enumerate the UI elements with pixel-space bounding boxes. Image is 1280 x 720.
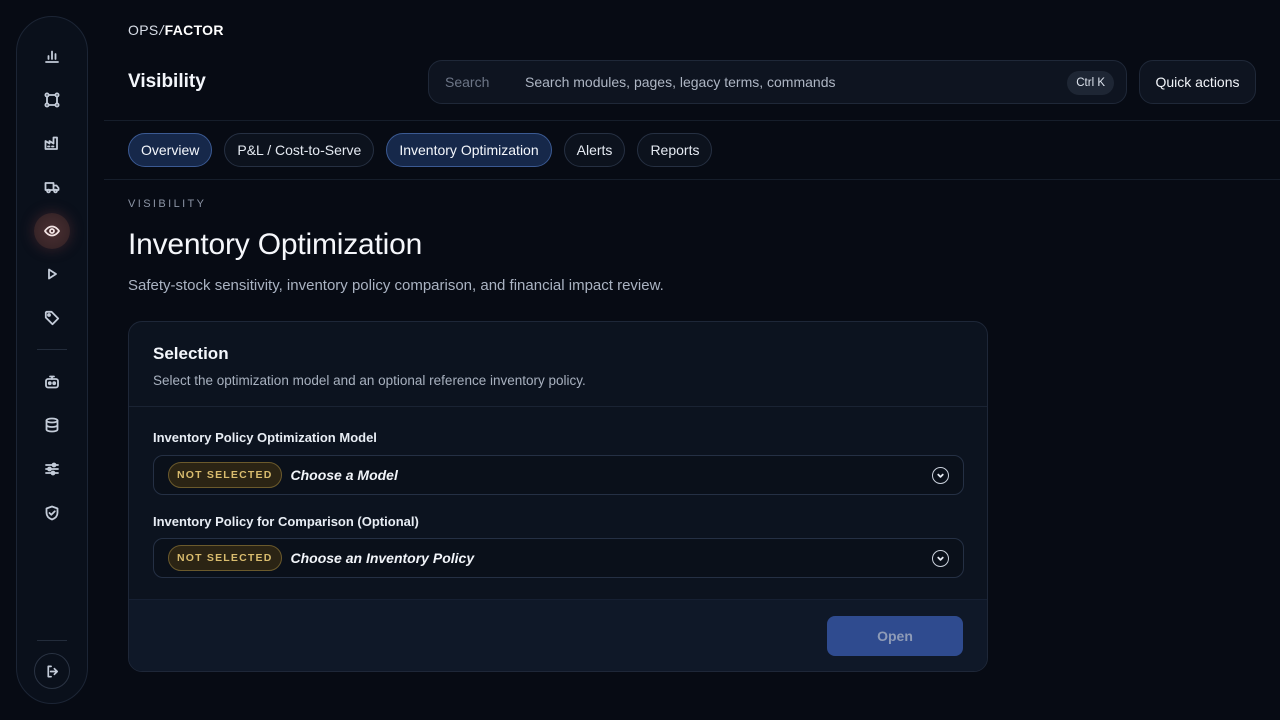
policy-field-label: Inventory Policy for Comparison (Optiona… <box>153 514 419 529</box>
page-title: Inventory Optimization <box>128 228 423 261</box>
selection-title: Selection <box>153 344 229 363</box>
factory-icon <box>44 136 58 150</box>
sidebar-item-analytics[interactable] <box>34 38 70 74</box>
tab-reports[interactable]: Reports <box>637 133 713 167</box>
shield-check-icon <box>45 505 59 521</box>
status-badge: NOT SELECTED <box>168 545 282 571</box>
network-nodes-icon <box>44 92 60 108</box>
chevron-down-icon <box>932 467 949 484</box>
policy-select[interactable]: NOT SELECTED Choose an Inventory Policy <box>153 538 964 578</box>
tag-icon <box>44 310 60 326</box>
eye-icon <box>44 225 60 237</box>
sidebar-item-settings[interactable] <box>34 451 70 487</box>
tab-alerts[interactable]: Alerts <box>563 133 626 167</box>
model-select-value: Choose a Model <box>290 467 398 483</box>
sidebar-divider-bottom <box>37 640 67 641</box>
sidebar-item-factory[interactable] <box>34 125 70 161</box>
brand-logo-factor: FACTOR <box>164 22 224 38</box>
brand-logo-ops: OPS <box>128 22 159 38</box>
search-shortcut-badge: Ctrl K <box>1067 71 1114 95</box>
brand-logo-slash: / <box>159 22 164 38</box>
search-input[interactable]: Search modules, pages, legacy terms, com… <box>525 74 835 90</box>
sidebar-divider <box>37 349 67 350</box>
brand-logo: OPS / FACTOR <box>128 22 224 38</box>
selection-card: Selection Select the optimization model … <box>128 321 988 672</box>
sidebar-item-transport[interactable] <box>34 169 70 205</box>
tab-overview[interactable]: Overview <box>128 133 213 167</box>
section-title: Visibility <box>128 71 206 92</box>
model-select[interactable]: NOT SELECTED Choose a Model <box>153 455 964 495</box>
logout-button[interactable] <box>34 653 70 689</box>
search-label: Search <box>445 74 490 90</box>
selection-footer: Open <box>129 599 987 671</box>
tab-bar: Overview P&L / Cost-to-Serve Inventory O… <box>128 133 724 167</box>
tab-pnl-cost-to-serve[interactable]: P&L / Cost-to-Serve <box>224 133 375 167</box>
sidebar-rail <box>16 16 88 704</box>
bot-icon <box>45 375 59 389</box>
header-divider <box>104 120 1280 121</box>
tab-inventory-optimization[interactable]: Inventory Optimization <box>386 133 552 167</box>
sidebar-item-assistant[interactable] <box>34 364 70 400</box>
database-icon <box>45 417 59 433</box>
page-subtitle: Safety-stock sensitivity, inventory poli… <box>128 277 664 294</box>
chevron-down-icon <box>932 550 949 567</box>
sidebar-item-simulation[interactable] <box>34 256 70 292</box>
global-search[interactable]: Search Search modules, pages, legacy ter… <box>428 60 1127 104</box>
play-icon <box>48 268 57 280</box>
truck-icon <box>44 182 60 194</box>
app-root: OPS / FACTOR Visibility Search Search modu… <box>0 0 1280 720</box>
sidebar-item-security[interactable] <box>34 495 70 531</box>
sidebar-item-data[interactable] <box>34 407 70 443</box>
open-button[interactable]: Open <box>827 616 963 656</box>
status-badge: NOT SELECTED <box>168 462 282 488</box>
logout-icon <box>46 665 58 677</box>
page-eyebrow: VISIBILITY <box>128 198 207 210</box>
selection-divider <box>129 406 987 407</box>
sidebar-item-network[interactable] <box>34 82 70 118</box>
sidebar-item-pricing[interactable] <box>34 300 70 336</box>
quick-actions-button[interactable]: Quick actions <box>1139 60 1256 104</box>
policy-select-value: Choose an Inventory Policy <box>290 550 475 566</box>
tabs-divider <box>104 179 1280 180</box>
sidebar-item-visibility[interactable] <box>34 213 70 249</box>
sliders-icon <box>45 462 59 476</box>
model-field-label: Inventory Policy Optimization Model <box>153 430 377 445</box>
bar-chart-icon <box>45 50 59 63</box>
selection-description: Select the optimization model and an opt… <box>153 373 586 388</box>
